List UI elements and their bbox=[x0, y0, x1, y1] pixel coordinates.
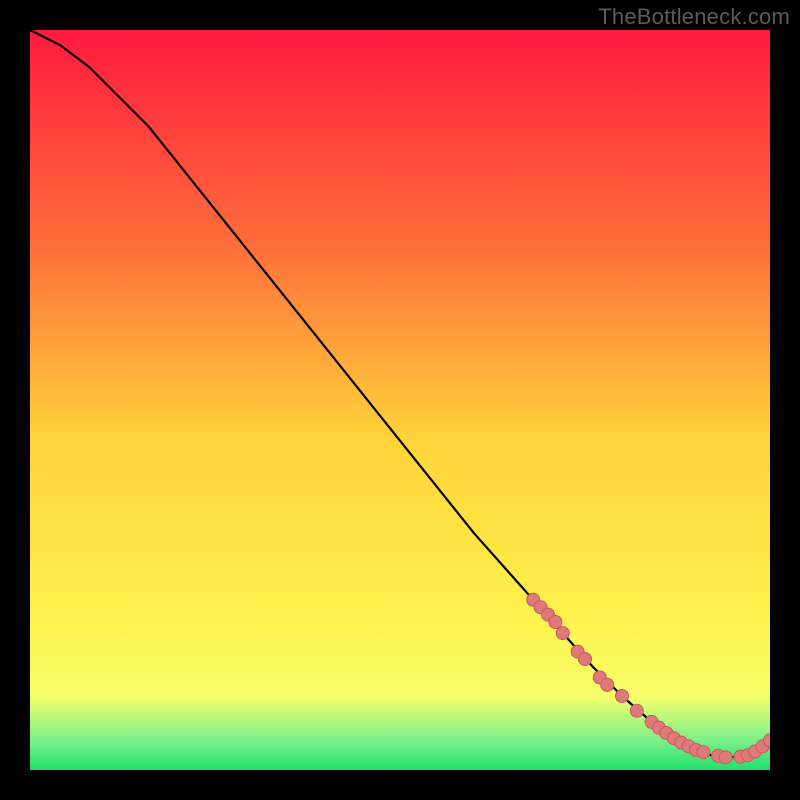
highlight-dot bbox=[630, 704, 643, 717]
highlight-dot bbox=[697, 746, 710, 759]
highlight-dot bbox=[616, 690, 629, 703]
gradient-background bbox=[30, 30, 770, 770]
chart-svg bbox=[30, 30, 770, 770]
attribution-text: TheBottleneck.com bbox=[598, 4, 790, 30]
highlight-dot bbox=[719, 751, 732, 764]
highlight-dot bbox=[579, 653, 592, 666]
plot-area bbox=[30, 30, 770, 770]
highlight-dot bbox=[601, 678, 614, 691]
highlight-dot bbox=[556, 627, 569, 640]
chart-stage: TheBottleneck.com bbox=[0, 0, 800, 800]
highlight-dot bbox=[549, 616, 562, 629]
